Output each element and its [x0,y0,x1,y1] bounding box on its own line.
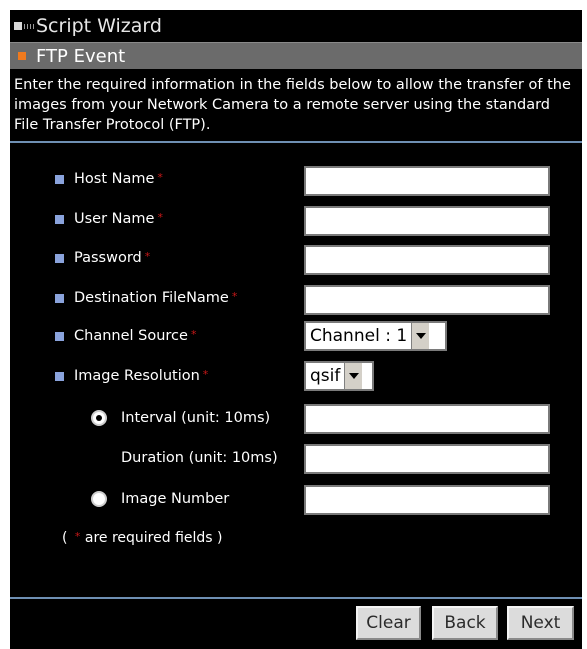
section-header: FTP Event [10,42,582,69]
required-fields-note: ( * are required fields ) [62,530,223,546]
interval-radio[interactable] [91,410,107,426]
destination-filename-label: Destination FileName * [74,290,238,306]
script-wizard-window: Script Wizard FTP Event Enter the requir… [10,10,582,649]
interval-input[interactable] [304,404,550,434]
channel-source-select[interactable]: Channel : 1 [304,321,447,351]
password-row: Password * [10,243,582,277]
host-name-input[interactable] [304,166,550,196]
required-mark: * [190,328,197,341]
required-mark: * [157,171,163,184]
image-number-label: Image Number [121,491,230,507]
image-resolution-value: qsif [310,366,341,386]
password-input[interactable] [304,245,550,275]
channel-source-value: Channel : 1 [310,326,408,346]
required-mark: * [231,290,238,303]
back-button[interactable]: Back [432,606,498,640]
user-name-input[interactable] [304,206,550,236]
window-grip-icon [14,22,34,30]
section-title: FTP Event [36,45,126,67]
required-mark: * [144,250,151,263]
blue-square-bullet-icon [55,215,64,224]
host-name-row: Host Name * [10,164,582,198]
blue-square-bullet-icon [55,175,64,184]
duration-label: Duration (unit: 10ms) [121,450,278,466]
image-resolution-row: Image Resolution * qsif [10,361,582,395]
chevron-down-icon[interactable] [344,363,363,389]
image-number-row: Image Number [10,483,582,517]
chevron-down-icon[interactable] [411,323,430,349]
image-number-radio[interactable] [91,491,107,507]
interval-label: Interval (unit: 10ms) [121,410,271,426]
duration-input[interactable] [304,444,550,474]
image-resolution-label: Image Resolution * [74,368,209,384]
button-bar: Clear Back Next [10,597,582,649]
host-name-label: Host Name * [74,171,163,187]
duration-row: Duration (unit: 10ms) [10,442,582,476]
user-name-label: User Name * [74,211,163,227]
blue-square-bullet-icon [55,372,64,381]
blue-square-bullet-icon [55,254,64,263]
blue-square-bullet-icon [55,294,64,303]
image-number-input[interactable] [304,485,550,515]
destination-filename-input[interactable] [304,285,550,315]
window-title-bar: Script Wizard [10,10,582,42]
channel-source-row: Channel Source * Channel : 1 [10,321,582,355]
window-title: Script Wizard [36,15,162,37]
user-name-row: User Name * [10,204,582,238]
orange-square-icon [18,52,26,60]
bottom-divider [10,597,582,599]
channel-source-label: Channel Source * [74,328,197,344]
required-mark: * [157,211,163,224]
clear-button[interactable]: Clear [356,606,421,640]
image-resolution-select[interactable]: qsif [304,361,374,391]
next-button[interactable]: Next [507,606,574,640]
intro-text: Enter the required information in the fi… [14,77,571,133]
ftp-form: Host Name * User Name * Password * Destinat… [10,143,582,571]
required-mark: * [202,368,209,381]
destination-filename-row: Destination FileName * [10,283,582,317]
blue-square-bullet-icon [55,332,64,341]
password-label: Password * [74,250,151,266]
interval-row: Interval (unit: 10ms) [10,402,582,436]
